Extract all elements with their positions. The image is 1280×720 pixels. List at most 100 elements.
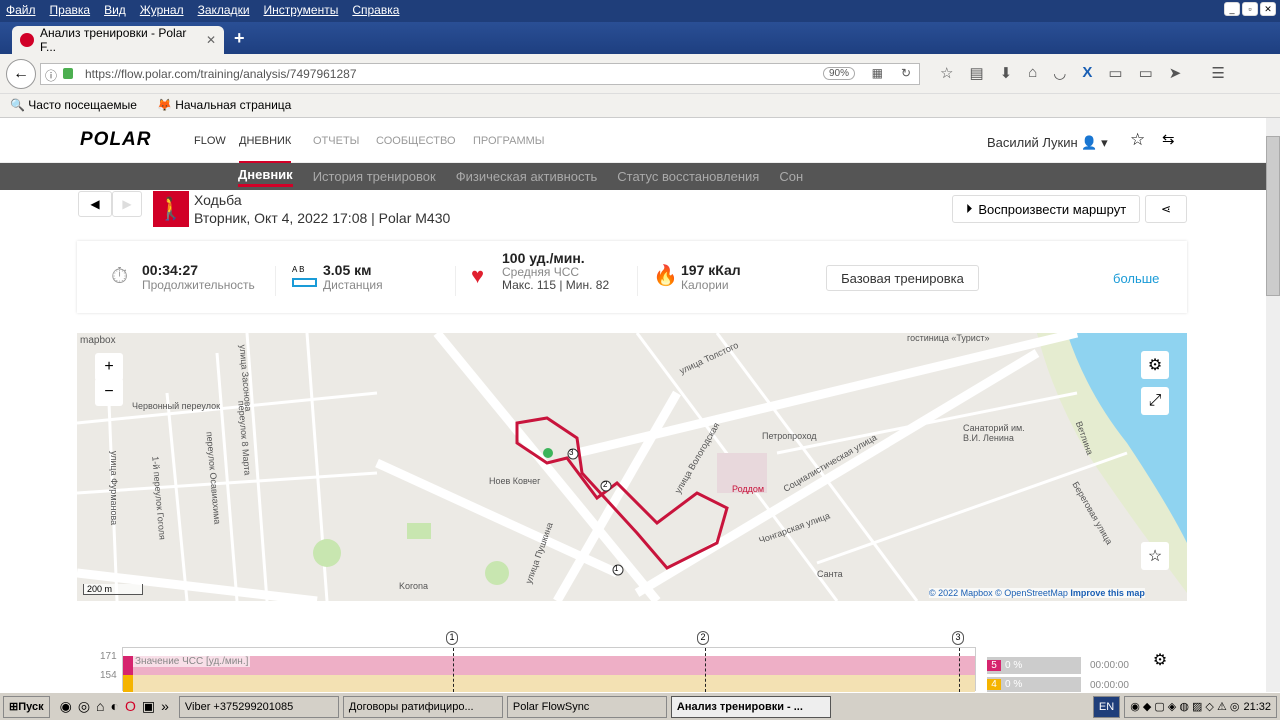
- back-button[interactable]: ←: [6, 59, 36, 89]
- lap-marker-3[interactable]: 3: [569, 448, 573, 457]
- zone-5-row: 50 %: [987, 657, 1081, 674]
- route-map[interactable]: 1 2 3 mapbox гостиница «Турист» улица То…: [77, 333, 1187, 601]
- nav-diary[interactable]: ДНЕВНИК: [239, 135, 292, 163]
- opera-icon[interactable]: O: [125, 698, 136, 715]
- url-bar[interactable]: ⓘ https://flow.polar.com/training/analys…: [40, 63, 920, 85]
- library-icon[interactable]: ▤: [969, 64, 983, 82]
- replay-route-button[interactable]: ⏵ Воспроизвести маршрут: [952, 195, 1140, 223]
- y-tick: 154: [100, 670, 117, 681]
- lap-marker-1[interactable]: 1: [446, 631, 458, 645]
- reader-icon[interactable]: ▦: [872, 66, 883, 80]
- play-icon: ⏵: [965, 201, 973, 216]
- bookmark-star-icon[interactable]: ☆: [940, 64, 953, 82]
- zone-5-time: 00:00:00: [1090, 660, 1129, 671]
- toolbar-icons: ☆ ▤ ⬇ ⌂ ◡ X ▭ ▭ ➤ ☰: [940, 64, 1225, 82]
- training-date: Вторник, Окт 4, 2022 17:08 | Polar M430: [194, 210, 451, 226]
- nav-programs[interactable]: ПРОГРАММЫ: [473, 135, 545, 147]
- menu-bar: Файл Правка Вид Журнал Закладки Инструменты Сп…: [0, 0, 1280, 22]
- nav-reports[interactable]: ОТЧЕТЫ: [313, 135, 359, 147]
- fullscreen-icon[interactable]: ⤢: [1141, 387, 1169, 415]
- hamburger-menu-icon[interactable]: ☰: [1211, 64, 1224, 82]
- subnav-history[interactable]: История тренировок: [313, 169, 436, 184]
- hr-chart[interactable]: Значение ЧСС [уд./мин.]: [122, 647, 976, 692]
- url-text: https://flow.polar.com/training/analysis…: [85, 67, 357, 81]
- subnav-diary[interactable]: Дневник: [238, 167, 293, 187]
- sync-notification-icon[interactable]: ⇆: [1162, 130, 1175, 148]
- start-button[interactable]: ⊞ Пуск: [3, 695, 50, 718]
- next-training-button[interactable]: ▶: [112, 191, 142, 217]
- firefox-icon[interactable]: ◐: [111, 698, 119, 715]
- chart-settings-icon[interactable]: ⚙: [1146, 646, 1174, 674]
- bookmark-most-visited[interactable]: 🔍 Часто посещаемые: [10, 98, 137, 113]
- save-icon[interactable]: ▣: [142, 698, 155, 715]
- polar-favicon-icon: [20, 33, 34, 47]
- menu-help[interactable]: Справка: [352, 3, 399, 19]
- lap-marker-2[interactable]: 2: [603, 480, 607, 489]
- taskbar-firefox[interactable]: Анализ тренировки - ...: [670, 695, 831, 718]
- home-app-icon[interactable]: ⌂: [96, 698, 104, 715]
- close-tab-icon[interactable]: ✕: [206, 33, 216, 47]
- zoom-in-button[interactable]: +: [95, 353, 123, 381]
- series-label: Значение ЧСС [уд./мин.]: [133, 656, 251, 667]
- map-label: Санта: [817, 569, 843, 579]
- polar-logo[interactable]: POLAR: [80, 129, 152, 151]
- menu-history[interactable]: Журнал: [140, 3, 184, 19]
- chrome-icon[interactable]: ◎: [78, 698, 90, 715]
- menu-tools[interactable]: Инструменты: [264, 3, 339, 19]
- menu-edit[interactable]: Правка: [50, 3, 91, 19]
- screen-icon[interactable]: ▭: [1139, 64, 1153, 82]
- map-favorite-star-icon[interactable]: ☆: [1141, 542, 1169, 570]
- minimize-button[interactable]: _: [1224, 2, 1240, 16]
- new-tab-button[interactable]: +: [234, 28, 245, 49]
- base-training-button[interactable]: Базовая тренировка: [826, 265, 979, 291]
- improve-map-link[interactable]: Improve this map: [1070, 588, 1145, 598]
- info-icon[interactable]: ⓘ: [45, 67, 57, 84]
- map-label: Korona: [399, 581, 429, 591]
- share-button[interactable]: ⋖: [1145, 195, 1187, 223]
- language-indicator[interactable]: EN: [1092, 695, 1121, 718]
- bookmark-start-page[interactable]: 🦊 Начальная страница: [157, 98, 291, 113]
- favorites-star-icon[interactable]: ☆: [1130, 130, 1145, 150]
- menu-file[interactable]: Файл: [6, 3, 36, 19]
- menu-bookmarks[interactable]: Закладки: [198, 3, 250, 19]
- subnav-activity[interactable]: Физическая активность: [456, 169, 598, 184]
- start-marker: [543, 448, 553, 458]
- flag-icon[interactable]: ▭: [1108, 64, 1122, 82]
- subnav-recovery[interactable]: Статус восстановления: [617, 169, 759, 184]
- avast-icon[interactable]: ◉: [60, 698, 72, 715]
- send-icon[interactable]: ➤: [1169, 64, 1182, 82]
- zoom-level[interactable]: 90%: [822, 67, 855, 80]
- zoom-out-button[interactable]: −: [95, 378, 123, 406]
- zone-4-time: 00:00:00: [1090, 680, 1129, 691]
- maximize-button[interactable]: ▫: [1242, 2, 1258, 16]
- lap-marker-3[interactable]: 3: [952, 631, 964, 645]
- lap-marker-1[interactable]: 1: [614, 564, 618, 573]
- lap-marker-2[interactable]: 2: [697, 631, 709, 645]
- pocket-icon[interactable]: ◡: [1053, 64, 1066, 82]
- mapbox-logo: mapbox: [80, 335, 116, 346]
- home-icon[interactable]: ⌂: [1028, 64, 1037, 82]
- nav-community[interactable]: СООБЩЕСТВО: [376, 135, 456, 147]
- scale-bar: 200 m: [83, 584, 143, 595]
- user-menu[interactable]: Василий Лукин 👤 ▾: [987, 135, 1108, 151]
- duration-value: 00:34:27: [142, 262, 199, 278]
- extension-x-icon[interactable]: X: [1082, 64, 1092, 82]
- map-label: Петропроход: [762, 431, 817, 441]
- menu-view[interactable]: Вид: [104, 3, 126, 19]
- subnav-sleep[interactable]: Сон: [779, 169, 803, 184]
- prev-training-button[interactable]: ◀: [78, 191, 112, 217]
- browser-tab[interactable]: Анализ тренировки - Polar F... ✕: [12, 26, 224, 54]
- map-settings-icon[interactable]: ⚙: [1141, 351, 1169, 379]
- taskbar-viber[interactable]: Viber +375299201085: [178, 695, 339, 718]
- map-label: улица Фурманова: [109, 450, 120, 526]
- page-scrollbar[interactable]: [1266, 118, 1280, 692]
- taskbar-opera[interactable]: Договоры ратифициро...: [342, 695, 503, 718]
- close-window-button[interactable]: ✕: [1260, 2, 1276, 16]
- walking-icon: 🚶: [153, 191, 189, 227]
- more-link[interactable]: больше: [1113, 271, 1159, 286]
- taskbar-flowsync[interactable]: Polar FlowSync: [506, 695, 667, 718]
- download-icon[interactable]: ⬇: [1000, 64, 1013, 82]
- reload-icon[interactable]: ↻: [901, 66, 911, 80]
- distance-label: Дистанция: [323, 278, 383, 292]
- distance-icon: A B: [292, 265, 305, 274]
